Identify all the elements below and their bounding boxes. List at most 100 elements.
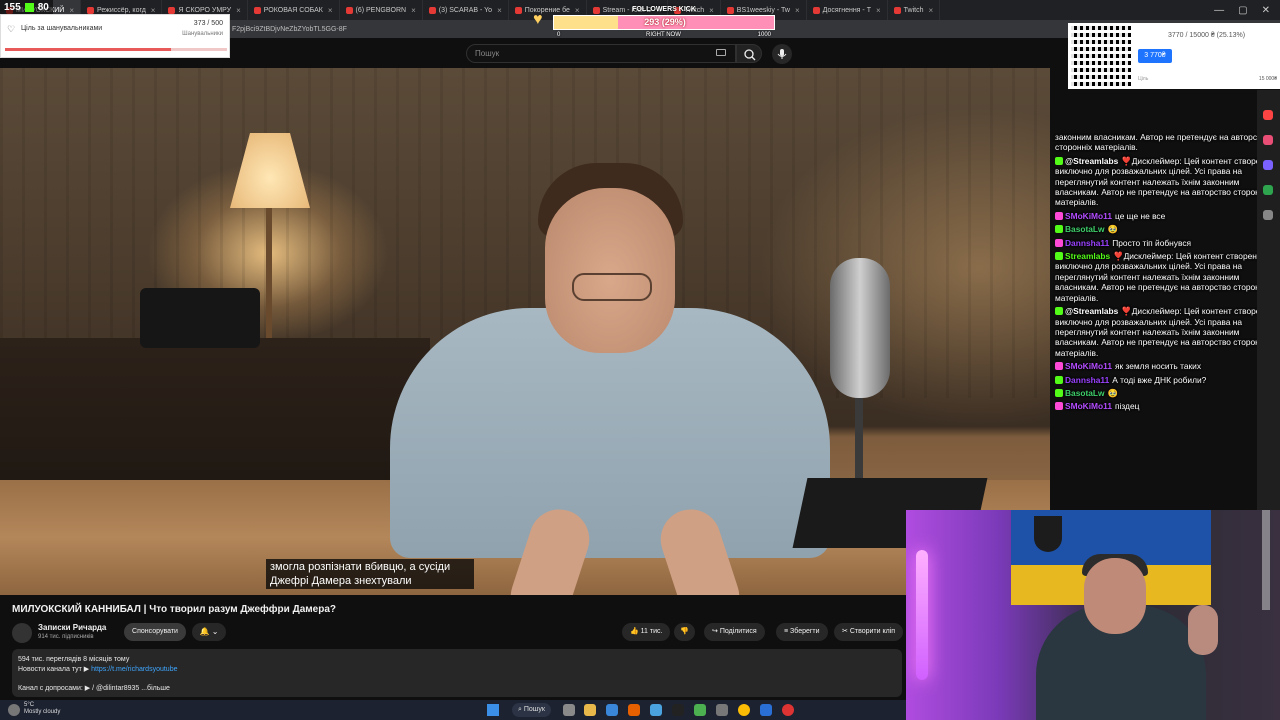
presenter-glasses — [572, 273, 652, 301]
extension-icon[interactable] — [1263, 185, 1273, 195]
edge-icon[interactable] — [606, 704, 618, 716]
notification-bell-button[interactable]: 🔔 ⌄ — [192, 623, 226, 641]
thumbs-down-icon: 👎 — [680, 628, 689, 635]
browser-tab[interactable]: РОКОВАЯ СОБАК × — [248, 0, 340, 20]
browser-tab[interactable]: (6) PENGBORN × — [340, 0, 423, 20]
voice-search-button[interactable] — [772, 44, 792, 64]
chat-username[interactable]: Dannsha11 — [1065, 238, 1109, 248]
clip-button[interactable]: ✂ Створити кліп — [834, 623, 904, 641]
telegram-icon[interactable] — [650, 704, 662, 716]
chat-text: 🥹 — [1107, 224, 1118, 235]
browser-tab[interactable]: (3) SCARAB - Yo × — [423, 0, 509, 20]
extension-icon[interactable] — [1263, 135, 1273, 145]
tab-favicon-icon — [893, 6, 901, 14]
save-button[interactable]: ≡ Зберегти — [776, 623, 828, 641]
microphone-icon — [777, 49, 787, 59]
tab-label: Досягнення - T — [822, 6, 871, 14]
windows-start-icon[interactable] — [487, 704, 499, 716]
settings-icon[interactable] — [1263, 210, 1273, 220]
chat-username[interactable]: SMoKiMo11 — [1065, 361, 1112, 371]
app-icon[interactable] — [716, 704, 728, 716]
firefox-icon[interactable] — [628, 704, 640, 716]
tab-close-icon[interactable]: × — [328, 6, 333, 15]
rgb-light — [916, 550, 928, 680]
video-info: МИЛУОКСКИЙ КАННИБАЛ | Что творил разум Д… — [0, 595, 906, 699]
donation-goal-min: Ціль — [1138, 76, 1149, 82]
chat-username[interactable]: BasotaLw — [1065, 224, 1105, 234]
tab-close-icon[interactable]: × — [236, 6, 241, 15]
browser-tab[interactable]: Twitch × — [888, 0, 941, 20]
search-input[interactable]: Пошук — [466, 44, 736, 63]
share-button[interactable]: ↪ Поділитися — [704, 623, 765, 641]
task-view-icon[interactable] — [563, 704, 575, 716]
search-button[interactable] — [736, 44, 762, 63]
tab-close-icon[interactable]: × — [497, 6, 502, 15]
chat-username[interactable]: @Streamlabs — [1065, 306, 1118, 316]
extension-icon[interactable] — [1263, 160, 1273, 170]
screen: МИЛУОКСКИЙ×Режиссёр, когд×Я СКОРО УМРУ×Р… — [0, 0, 1280, 720]
chat-badge-icon — [1055, 307, 1063, 316]
chat-message: Streamlabs ❣️Дисклеймер: Цей контент ство… — [1055, 251, 1276, 303]
browser-tab[interactable]: Досягнення - T × — [807, 0, 888, 20]
tab-close-icon[interactable]: × — [929, 6, 934, 15]
viewer-count: 155 — [4, 1, 21, 13]
window-controls: — ▢ ✕ — [1214, 0, 1280, 20]
video-description[interactable]: 594 тис. переглядів 8 місяців тому Новос… — [12, 649, 902, 697]
telegram-link[interactable]: https://t.me/richardsyoutube — [91, 666, 177, 673]
followers-goal-mid: RIGHT NOW — [646, 32, 681, 38]
minimize-button[interactable]: — — [1214, 5, 1224, 16]
tab-close-icon[interactable]: × — [411, 6, 416, 15]
obs-icon[interactable] — [672, 704, 684, 716]
tab-favicon-icon — [812, 6, 820, 14]
keyboard-icon[interactable] — [716, 49, 726, 56]
heart-icon: ♡ — [7, 24, 16, 34]
background-light — [1262, 510, 1270, 610]
maximize-button[interactable]: ▢ — [1238, 5, 1247, 16]
tab-label: Я СКОРО УМРУ — [178, 6, 232, 14]
followers-goal-max: 1000 — [757, 32, 771, 38]
tab-label: Режиссёр, когд — [96, 6, 146, 14]
chat-username[interactable]: @Streamlabs — [1065, 156, 1118, 166]
taskbar-search[interactable]: ⌕ Пошук — [512, 703, 551, 717]
description-text: Новости канала тут ▶ — [18, 666, 90, 673]
chat-username[interactable]: BasotaLw — [1065, 388, 1105, 398]
donation-goal-text: 3770 / 15000 ₴ (25.13%) — [1168, 32, 1246, 39]
tab-favicon-icon — [168, 6, 176, 14]
chat-username[interactable]: Streamlabs — [1065, 251, 1110, 261]
url-text[interactable]: F2pjBci9ZtBDjvNeZbZYobTL5GG-8F — [232, 26, 347, 33]
sponsor-button[interactable]: Спонсорувати — [124, 623, 186, 641]
chat-message: SMoKiMo11 піздец — [1055, 401, 1276, 411]
app-icon[interactable] — [782, 704, 794, 716]
weather-desc: Mostly cloudy — [24, 709, 61, 715]
description-more[interactable]: Канал с допросами: ▶ / @dilintar8935 ...… — [18, 684, 896, 694]
close-window-button[interactable]: ✕ — [1262, 5, 1270, 16]
tab-favicon-icon — [86, 6, 94, 14]
tab-label: Twitch — [903, 6, 924, 14]
studio-microphone — [830, 258, 890, 398]
chat-username[interactable]: SMoKiMo11 — [1065, 211, 1112, 221]
tab-close-icon[interactable]: × — [795, 6, 800, 15]
tab-close-icon[interactable]: × — [876, 6, 881, 15]
tab-favicon-icon — [253, 6, 261, 14]
channel-avatar[interactable] — [12, 623, 32, 643]
chat-message: BasotaLw 🥹 — [1055, 388, 1276, 398]
video-player[interactable]: змогла розпізнати вбивцю, а сусіди Джефр… — [0, 68, 1050, 595]
chat-badge-icon — [1055, 402, 1063, 411]
like-count: 11 тис. — [640, 628, 663, 635]
chat-username[interactable]: SMoKiMo11 — [1065, 401, 1112, 411]
youtube-icon[interactable] — [1263, 110, 1273, 120]
chrome-icon[interactable] — [738, 704, 750, 716]
weather-widget[interactable]: 5°C Mostly cloudy — [6, 702, 60, 716]
file-explorer-icon[interactable] — [584, 704, 596, 716]
dislike-button[interactable]: 👎 — [674, 623, 695, 641]
chat-text: Просто тіп йобнувся — [1112, 237, 1192, 248]
chat-username[interactable]: Dannsha11 — [1065, 375, 1109, 385]
right-sidebar — [1257, 90, 1280, 510]
app-icon[interactable] — [760, 704, 772, 716]
donation-current: 3 770₴ — [1138, 49, 1172, 63]
app-icon[interactable] — [694, 704, 706, 716]
like-button[interactable]: 👍 11 тис. — [622, 623, 671, 641]
channel-name[interactable]: Записки Ричарда — [38, 623, 106, 632]
chat-badge-icon — [1055, 388, 1063, 397]
view-stats: 594 тис. переглядів 8 місяців тому — [18, 656, 130, 663]
